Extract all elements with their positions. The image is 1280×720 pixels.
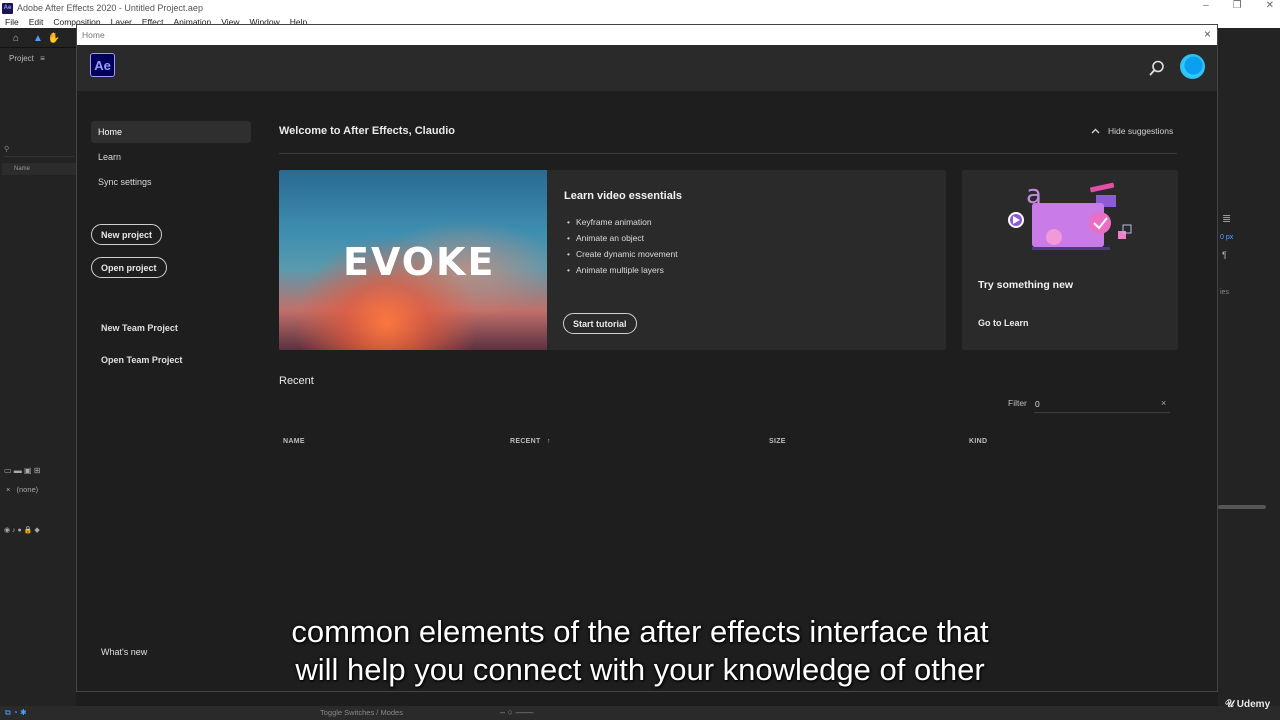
home-screen: Home × Ae Home Learn Sync settings New p… [76,24,1218,692]
go-to-learn-link[interactable]: Go to Learn [978,318,1029,328]
column-header-name[interactable]: NAME [283,438,305,445]
avatar[interactable] [1180,54,1205,79]
layer-switches-icons: ◉ ♪ ● 🔒 ◆ [4,527,40,534]
sidebar-item-sync-settings[interactable]: Sync settings [91,171,251,193]
subtitle-line: will help you connect with your knowledg… [295,652,985,687]
subtitle-line: common elements of the after effects int… [291,614,989,649]
filter-label: Filter [1008,398,1027,408]
px-value: 0 px [1220,234,1234,241]
learn-card-bullets: Keyframe animation Animate an object Cre… [567,214,678,278]
ae-app-icon: Ae [2,2,13,14]
video-subtitles: common elements of the after effects int… [0,613,1280,689]
open-project-button[interactable]: Open project [91,257,167,278]
start-tutorial-button[interactable]: Start tutorial [563,313,637,334]
hide-suggestions-button[interactable]: Hide suggestions [1091,126,1173,136]
welcome-heading: Welcome to After Effects, Claudio [279,125,456,137]
sort-arrow-icon: ↑ [546,438,551,445]
search-icon[interactable] [1148,59,1166,77]
udemy-label: Udemy [1236,699,1271,710]
close-tab-icon[interactable]: × [6,485,10,494]
align-icon[interactable]: ≣ [1222,212,1231,225]
selection-tool-icon[interactable]: ▲ [31,31,45,45]
try-something-new-card[interactable]: a Try something new Go to Learn [962,170,1178,350]
home-titlebar: Home × [77,25,1217,45]
project-panel: Project ≡ ⚲ Name ▭ ▬ ▣ ⊞ × (none) ◉ ♪ ● … [0,48,76,708]
project-panel-label[interactable]: Project [9,54,34,63]
column-header-kind[interactable]: KIND [969,438,987,445]
comp-none-label[interactable]: (none) [16,485,38,494]
timeline-footer: ⧉ ◔ ✱ Toggle Switches / Modes – ○ —— [0,706,1280,720]
new-team-project-link[interactable]: New Team Project [101,323,178,333]
filter-input[interactable]: 0 [1034,395,1170,413]
maximize-button[interactable]: ❐ [1233,0,1242,11]
clear-filter-icon[interactable]: × [1161,398,1166,408]
os-titlebar: Ae Adobe After Effects 2020 - Untitled P… [0,0,1280,16]
panel-menu-icon[interactable]: ≡ [40,54,45,63]
libraries-label: ies [1220,289,1229,296]
list-item: Create dynamic movement [567,246,678,262]
recent-column-label: RECENT [510,438,541,445]
toggle-switches-modes[interactable]: Toggle Switches / Modes [320,708,403,717]
evoke-thumbnail[interactable]: EVOKE [279,170,547,350]
try-something-new-title: Try something new [978,279,1074,291]
paragraph-icon[interactable]: ¶ [1222,250,1227,260]
home-icon[interactable]: ⌂ [9,31,23,45]
minimize-button[interactable]: – [1203,0,1209,11]
footer-icons: ⧉ ◔ ✱ [5,708,27,717]
illustration-icon: a [1008,180,1132,250]
home-header: Ae [77,45,1217,91]
divider [279,153,1177,154]
close-icon[interactable]: × [1204,27,1211,41]
sidebar-item-learn[interactable]: Learn [91,146,251,168]
ae-logo: Ae [90,53,115,77]
window-controls: – ❐ ✕ [1203,0,1274,11]
close-window-button[interactable]: ✕ [1266,0,1274,11]
learn-card-title: Learn video essentials [564,190,682,202]
udemy-logo-icon: 𝒰 [1225,699,1234,710]
evoke-thumbnail-text: EVOKE [343,240,496,284]
project-footer-icons: ▭ ▬ ▣ ⊞ [4,466,41,475]
zoom-slider[interactable]: – ○ —— [500,707,533,717]
project-search-input[interactable]: ⚲ [4,145,74,157]
list-item: Animate multiple layers [567,262,678,278]
open-team-project-link[interactable]: Open Team Project [101,355,182,365]
sidebar-item-home[interactable]: Home [91,121,251,143]
right-slider[interactable] [1218,505,1266,509]
name-column-header[interactable]: Name [2,163,76,175]
os-window-title: Adobe After Effects 2020 - Untitled Proj… [17,3,203,13]
hide-suggestions-label: Hide suggestions [1108,126,1174,136]
recent-heading: Recent [279,375,314,387]
list-item: Animate an object [567,230,678,246]
udemy-watermark: 𝒰 Udemy [1225,699,1270,710]
list-item: Keyframe animation [567,214,678,230]
learn-card[interactable]: EVOKE Learn video essentials Keyframe an… [279,170,946,350]
column-header-recent[interactable]: RECENT ↑ [510,438,551,445]
home-window-title: Home [82,30,105,40]
hand-tool-icon[interactable]: ✋ [47,31,61,45]
menu-edit[interactable]: Edit [29,17,44,27]
new-project-button[interactable]: New project [91,224,163,245]
menu-file[interactable]: File [5,17,19,27]
chevron-up-icon [1091,128,1100,134]
column-header-size[interactable]: SIZE [769,438,786,445]
